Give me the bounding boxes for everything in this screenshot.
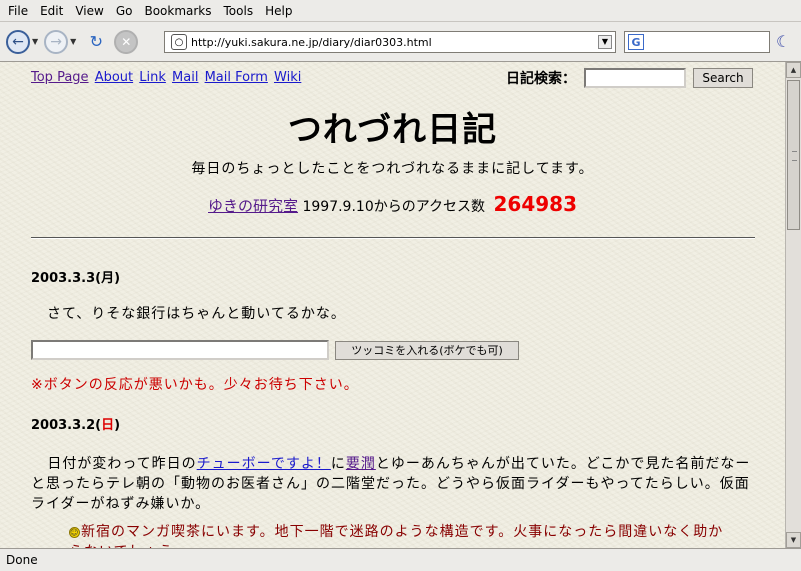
- tsukkomi-input[interactable]: [31, 340, 329, 360]
- counter-value: 264983: [493, 192, 577, 216]
- site-favicon-icon: ○: [171, 34, 187, 50]
- entry-text-part-2: に: [330, 456, 346, 472]
- google-icon: G: [628, 34, 644, 50]
- diary-search-input[interactable]: [584, 68, 686, 88]
- vertical-scrollbar[interactable]: ▲ ▼: [785, 62, 801, 548]
- page-subtitle: 毎日のちょっとしたことをつれづれなるままに記してます。: [191, 161, 594, 177]
- diary-search: 日記検索： Search: [506, 68, 753, 88]
- reload-icon[interactable]: ↻: [84, 30, 108, 54]
- entry-date-0302: 2003.3.2(日): [31, 414, 120, 433]
- nav-link-link[interactable]: Link: [139, 70, 166, 85]
- nav-wiki-link[interactable]: Wiki: [274, 70, 301, 85]
- tsukkomi-button[interactable]: ツッコミを入れる(ボケでも可): [335, 340, 519, 360]
- kaname-jun-link[interactable]: 要潤: [346, 456, 376, 472]
- menu-tools[interactable]: Tools: [224, 4, 254, 18]
- nav-mail-form-link[interactable]: Mail Form: [205, 70, 268, 85]
- counter-label: 1997.9.10からのアクセス数: [302, 199, 486, 215]
- menu-go[interactable]: Go: [116, 4, 133, 18]
- search-button[interactable]: Search: [693, 68, 753, 88]
- entry-text-part-1: 日付が変わって昨日の: [47, 456, 197, 472]
- nav-top-page-link[interactable]: Top Page: [31, 70, 89, 85]
- chubo-link[interactable]: チューボーですよ！: [197, 456, 331, 472]
- button-warning: ※ボタンの反応が悪いかも。少々お待ち下さい。: [31, 377, 359, 393]
- menu-file[interactable]: File: [8, 4, 28, 18]
- back-arrow-icon[interactable]: ←: [6, 29, 30, 54]
- navigation-toolbar: ← ▼ → ▼ ↻ ✕ ○ ▼ G ☾: [0, 22, 801, 62]
- divider: [31, 237, 755, 239]
- tsukkomi-form: ツッコミを入れる(ボケでも可): [31, 340, 519, 360]
- mozilla-throbber-icon[interactable]: ☾: [776, 32, 790, 51]
- date-day: 日: [101, 418, 115, 433]
- url-dropdown-icon[interactable]: ▼: [598, 35, 612, 49]
- menu-edit[interactable]: Edit: [40, 4, 63, 18]
- scroll-thumb[interactable]: [787, 80, 800, 230]
- stop-icon[interactable]: ✕: [114, 29, 139, 54]
- status-bar: Done: [0, 548, 801, 571]
- mobile-post: ☺ 新宿のマンガ喫茶にいます。地下一階で迷路のような構造です。火事になったら間違い…: [69, 522, 729, 548]
- forward-history-dropdown-icon[interactable]: ▼: [70, 37, 76, 46]
- nav-about-link[interactable]: About: [95, 70, 133, 85]
- forward-arrow-icon[interactable]: →: [44, 29, 69, 54]
- diary-search-label: 日記検索：: [506, 71, 576, 87]
- menu-view[interactable]: View: [75, 4, 103, 18]
- nav-mail-link[interactable]: Mail: [172, 70, 198, 85]
- url-input[interactable]: [191, 35, 591, 49]
- scroll-up-icon[interactable]: ▲: [786, 62, 801, 78]
- page-title: つれづれ日記: [287, 110, 498, 150]
- lab-link[interactable]: ゆきの研究室: [208, 197, 298, 215]
- entry-date-0303: 2003.3.3(月): [31, 271, 121, 286]
- menu-bookmarks[interactable]: Bookmarks: [144, 4, 211, 18]
- status-text: Done: [6, 553, 38, 567]
- web-search-box[interactable]: G: [624, 31, 770, 53]
- page-viewport: Top Page About Link Mail Mail Form Wiki …: [0, 62, 785, 548]
- date-prefix: 2003.3.2(: [31, 418, 102, 433]
- address-bar[interactable]: ○ ▼: [164, 31, 616, 53]
- back-history-dropdown-icon[interactable]: ▼: [32, 37, 38, 46]
- access-counter: ゆきの研究室 1997.9.10からのアクセス数 264983: [0, 192, 785, 216]
- entry-text-0303: さて、りそな銀行はちゃんと動いてるかな。: [47, 306, 346, 322]
- top-navigation: Top Page About Link Mail Mail Form Wiki: [31, 70, 303, 85]
- smiley-icon: ☺: [69, 526, 80, 538]
- menu-help[interactable]: Help: [265, 4, 292, 18]
- entry-text-0302: 日付が変わって昨日のチューボーですよ！に要潤とゆーあんちゃんが出ていた。どこかで…: [31, 454, 761, 514]
- date-suffix: ): [114, 418, 121, 433]
- scroll-down-icon[interactable]: ▼: [786, 532, 801, 548]
- menu-bar: File Edit View Go Bookmarks Tools Help: [0, 0, 801, 22]
- scroll-grip-icon: [792, 151, 797, 161]
- mobile-post-text: 新宿のマンガ喫茶にいます。地下一階で迷路のような構造です。火事になったら間違いな…: [69, 524, 724, 548]
